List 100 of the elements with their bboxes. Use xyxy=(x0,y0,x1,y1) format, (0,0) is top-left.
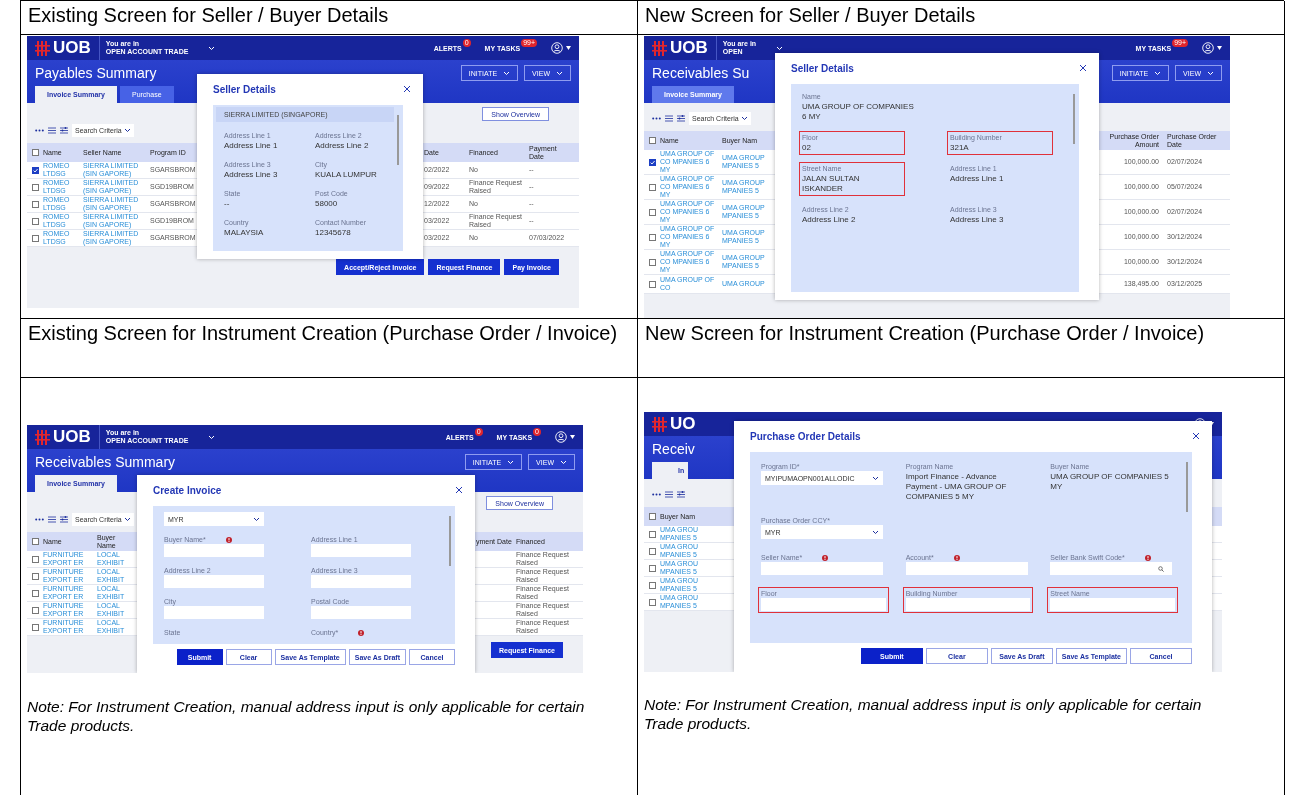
chevron-down-icon xyxy=(556,70,563,76)
more-icon[interactable] xyxy=(652,492,661,496)
search-icon xyxy=(1158,565,1165,572)
chevron-down-icon xyxy=(560,459,567,465)
caret-icon xyxy=(566,46,571,50)
checkbox[interactable] xyxy=(649,280,656,288)
chevron-down-icon xyxy=(1207,70,1214,76)
checkbox[interactable] xyxy=(649,547,656,555)
checkbox[interactable] xyxy=(32,589,39,597)
checkbox[interactable] xyxy=(32,166,39,174)
field-value: Address Line 1 xyxy=(224,141,279,151)
more-icon[interactable] xyxy=(35,517,44,521)
checkbox[interactable] xyxy=(32,538,39,545)
checkbox[interactable] xyxy=(649,208,656,216)
checkbox[interactable] xyxy=(649,137,656,144)
chevron-down-icon xyxy=(740,115,748,121)
filter-icon[interactable] xyxy=(677,114,685,122)
more-icon[interactable] xyxy=(652,116,661,120)
checkbox[interactable] xyxy=(649,564,656,572)
input-field[interactable] xyxy=(761,598,886,611)
chevron-down-icon xyxy=(503,70,511,76)
input-field[interactable] xyxy=(164,606,264,619)
input-field[interactable] xyxy=(1050,562,1173,575)
page-title: Receivables Su xyxy=(652,65,750,81)
logo-text: UOB xyxy=(53,38,91,58)
checkbox[interactable] xyxy=(649,233,656,241)
more-icon[interactable] xyxy=(35,128,44,132)
checkbox[interactable] xyxy=(32,200,39,208)
field-value: 58000 xyxy=(315,199,339,209)
checkbox[interactable] xyxy=(649,598,656,606)
scrollbar[interactable] xyxy=(397,115,399,165)
scrollbar[interactable] xyxy=(1186,462,1188,512)
checkbox[interactable] xyxy=(32,183,39,191)
input-field[interactable] xyxy=(311,606,411,619)
list-icon[interactable] xyxy=(665,490,673,498)
checkbox[interactable] xyxy=(649,581,656,589)
chevron-down-icon xyxy=(872,529,879,535)
checkbox[interactable] xyxy=(649,183,656,191)
input-field[interactable] xyxy=(311,544,411,557)
checkbox[interactable] xyxy=(649,158,656,166)
close-icon[interactable] xyxy=(455,486,463,494)
user-icon xyxy=(1202,42,1214,54)
filter-icon[interactable] xyxy=(677,490,685,498)
scrollbar[interactable] xyxy=(449,516,451,566)
checkbox[interactable] xyxy=(32,623,39,631)
dialog-title: Purchase Order Details xyxy=(750,430,861,442)
logo-text: UOB xyxy=(670,38,708,58)
note-text: Note: For Instrument Creation, manual address input is only applicable for certain Trade products. xyxy=(27,697,586,735)
field-value: Address Line 1 xyxy=(950,174,1005,184)
chevron-down-icon xyxy=(208,45,216,51)
section-heading: New Screen for Instrument Creation (Purchase Order / Invoice) xyxy=(645,322,1205,344)
field-value: Address Line 3 xyxy=(224,170,279,180)
page-title: Payables Summary xyxy=(35,65,157,81)
chevron-down-icon xyxy=(208,434,216,440)
checkbox[interactable] xyxy=(32,234,39,242)
dialog-title: Create Invoice xyxy=(153,484,222,496)
logo-icon xyxy=(35,429,50,445)
scrollbar[interactable] xyxy=(1073,94,1075,144)
close-icon[interactable] xyxy=(1192,432,1200,440)
logo-icon xyxy=(652,40,667,56)
section-heading: Existing Screen for Instrument Creation (Purchase Order / Invoice) xyxy=(28,322,618,344)
chevron-down-icon xyxy=(123,127,131,133)
filter-icon[interactable] xyxy=(60,515,68,523)
chevron-down-icon xyxy=(872,475,879,481)
field-value: Address Line 3 xyxy=(950,215,1005,225)
field-value: UMA GROUP OF COMPANIES 6 MY xyxy=(802,102,914,122)
checkbox[interactable] xyxy=(32,606,39,614)
input-field[interactable] xyxy=(1050,598,1175,611)
checkbox[interactable] xyxy=(32,217,39,225)
checkbox[interactable] xyxy=(32,572,39,580)
field-value: JALAN SULTAN ISKANDER xyxy=(802,174,861,194)
logo-text: UOB xyxy=(53,427,91,447)
field-value: Address Line 2 xyxy=(802,215,857,225)
field-value: Import Finance - Advance Payment - UMA GROUP OF COMPANIES 5 MY xyxy=(905,472,1008,502)
section-heading: New Screen for Seller / Buyer Details xyxy=(645,4,976,26)
input-field[interactable] xyxy=(311,575,411,588)
checkbox[interactable] xyxy=(649,530,656,538)
filter-icon[interactable] xyxy=(60,126,68,134)
close-icon[interactable] xyxy=(403,85,411,93)
checkbox[interactable] xyxy=(32,149,39,156)
input-field[interactable] xyxy=(905,598,1031,611)
checkbox[interactable] xyxy=(649,258,656,266)
checkbox[interactable] xyxy=(32,555,39,563)
field-value: MALAYSIA xyxy=(224,228,265,238)
input-field[interactable] xyxy=(905,562,1028,575)
chevron-down-icon xyxy=(1154,70,1162,76)
input-field[interactable] xyxy=(164,544,264,557)
caret-icon xyxy=(1217,46,1222,50)
page-title: Receivables Summary xyxy=(35,454,176,470)
list-icon[interactable] xyxy=(48,126,56,134)
list-icon[interactable] xyxy=(48,515,56,523)
chevron-down-icon xyxy=(253,516,260,522)
list-icon[interactable] xyxy=(665,114,673,122)
checkbox[interactable] xyxy=(649,513,656,520)
input-field[interactable] xyxy=(164,575,264,588)
field-value: KUALA LUMPUR xyxy=(315,170,378,180)
input-field[interactable] xyxy=(761,562,883,575)
field-value: -- xyxy=(224,199,231,209)
close-icon[interactable] xyxy=(1079,64,1087,72)
chevron-down-icon xyxy=(776,45,784,51)
